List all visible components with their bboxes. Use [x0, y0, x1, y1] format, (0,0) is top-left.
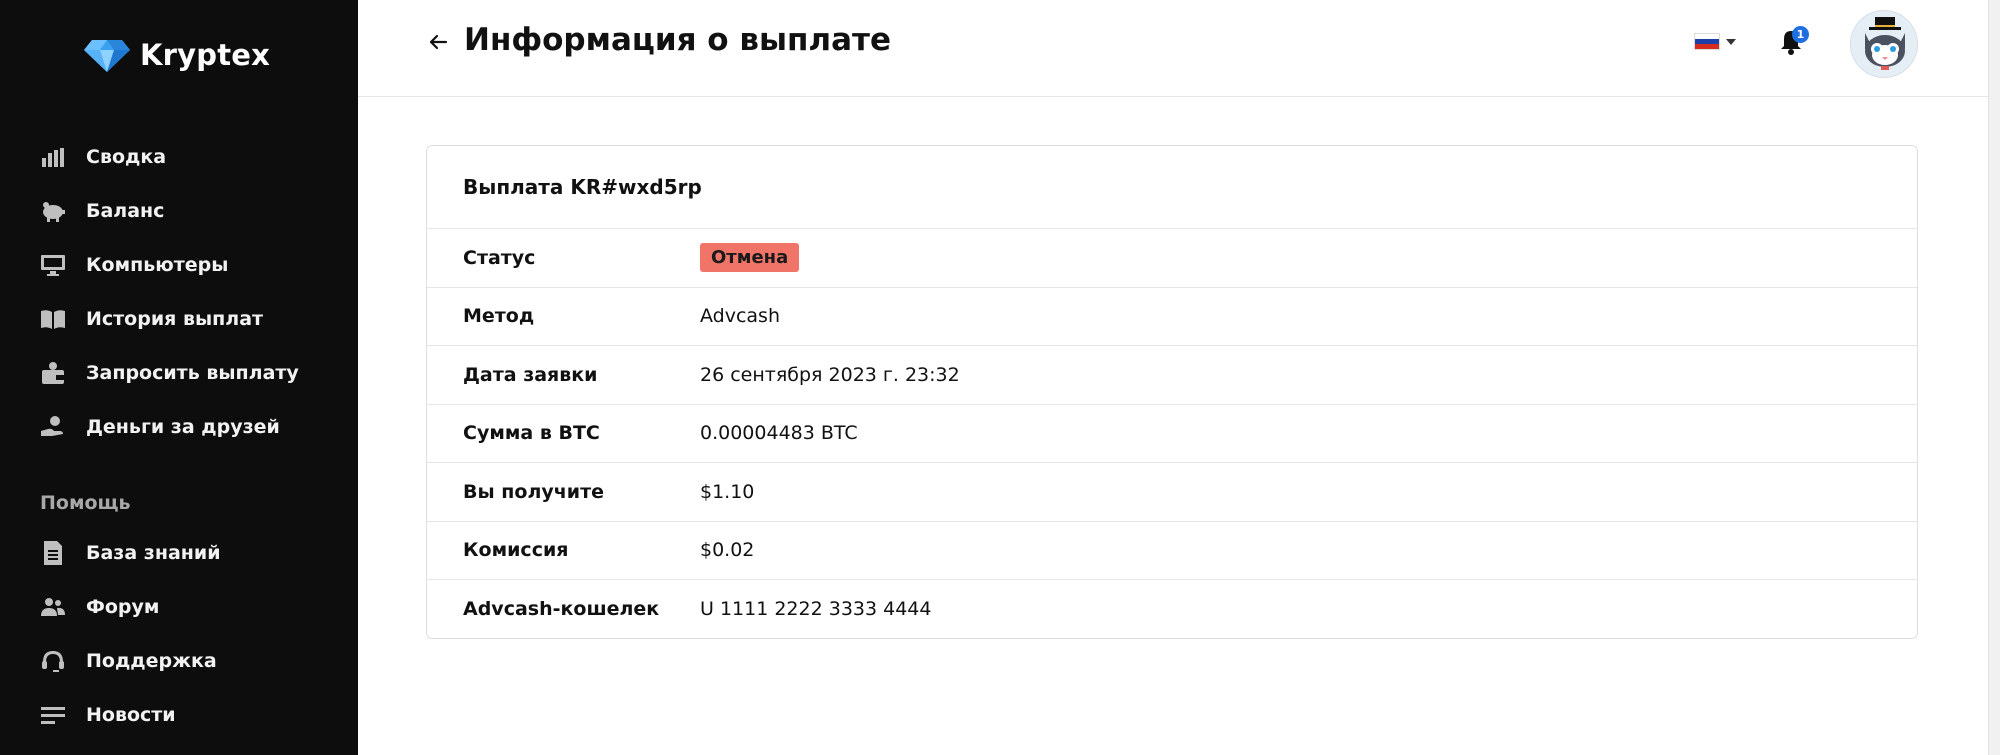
detail-row-status: Статус Отмена	[427, 229, 1917, 288]
ru-flag-icon	[1694, 33, 1720, 50]
sidebar-item-balance[interactable]: Баланс	[0, 184, 358, 238]
wallet-icon	[40, 360, 66, 386]
detail-value: 0.00004483 BTC	[700, 422, 858, 445]
help-section-title: Помощь	[40, 492, 131, 514]
detail-label: Статус	[463, 246, 536, 269]
detail-label: Вы получите	[463, 480, 605, 503]
headset-icon	[40, 648, 66, 674]
sidebar-item-summary[interactable]: Сводка	[0, 130, 358, 184]
sidebar-item-news[interactable]: Новости	[0, 688, 358, 742]
sidebar-item-label: Деньги за друзей	[86, 416, 280, 438]
book-icon	[40, 306, 66, 332]
sidebar-item-label: Новости	[86, 704, 176, 726]
sidebar-item-label: Запросить выплату	[86, 362, 299, 384]
status-badge: Отмена	[700, 243, 800, 273]
hand-coin-icon	[40, 414, 66, 440]
detail-row-request-date: Дата заявки 26 сентября 2023 г. 23:32	[427, 346, 1917, 405]
top-header: Информация о выплате 1	[358, 0, 1988, 97]
sidebar-item-label: Баланс	[86, 200, 165, 222]
users-icon	[40, 594, 66, 620]
back-arrow-icon[interactable]	[426, 30, 450, 54]
detail-value: U 1111 2222 3333 4444	[700, 598, 932, 621]
sidebar-item-label: Сводка	[86, 146, 167, 168]
brand-name: Kryptex	[140, 38, 271, 72]
detail-row-you-receive: Вы получите $1.10	[427, 463, 1917, 522]
main-nav: Сводка Баланс Компьютеры История выплат …	[0, 130, 358, 454]
avatar[interactable]	[1850, 10, 1918, 78]
detail-row-btc-amount: Сумма в BTC 0.00004483 BTC	[427, 405, 1917, 463]
help-nav: База знаний Форум Поддержка Новости	[0, 526, 358, 742]
diamond-logo-icon	[84, 38, 130, 72]
detail-value: 26 сентября 2023 г. 23:32	[700, 363, 960, 386]
scrollbar[interactable]	[1988, 0, 2000, 755]
sidebar-item-support[interactable]: Поддержка	[0, 634, 358, 688]
sidebar-item-label: Форум	[86, 596, 160, 618]
notifications-button[interactable]: 1	[1778, 26, 1809, 58]
notification-count-badge: 1	[1792, 26, 1809, 43]
detail-value: $1.10	[700, 480, 755, 503]
detail-value: Advcash	[700, 305, 780, 328]
payout-title: Выплата KR#wxd5rp	[463, 175, 702, 199]
sidebar-item-label: База знаний	[86, 542, 221, 564]
payout-card-header: Выплата KR#wxd5rp	[427, 146, 1917, 229]
piggy-bank-icon	[40, 198, 66, 224]
page-title: Информация о выплате	[464, 22, 892, 58]
detail-label: Метод	[463, 305, 535, 328]
sidebar-item-label: Компьютеры	[86, 254, 229, 276]
detail-label: Дата заявки	[463, 363, 598, 386]
caret-down-icon	[1726, 38, 1736, 45]
sidebar-item-payout-history[interactable]: История выплат	[0, 292, 358, 346]
language-selector[interactable]	[1694, 33, 1736, 50]
sidebar-item-computers[interactable]: Компьютеры	[0, 238, 358, 292]
cat-avatar-icon	[1851, 11, 1917, 77]
payout-card: Выплата KR#wxd5rp Статус Отмена Метод Ad…	[426, 145, 1918, 639]
sidebar-item-referrals[interactable]: Деньги за друзей	[0, 400, 358, 454]
sidebar-item-request-payout[interactable]: Запросить выплату	[0, 346, 358, 400]
detail-label: Advcash-кошелек	[463, 598, 660, 621]
detail-row-commission: Комиссия $0.02	[427, 522, 1917, 580]
lines-icon	[40, 702, 66, 728]
detail-row-method: Метод Advcash	[427, 288, 1917, 346]
detail-value: $0.02	[700, 539, 755, 562]
monitor-icon	[40, 252, 66, 278]
detail-row-wallet: Advcash-кошелек U 1111 2222 3333 4444	[427, 580, 1917, 639]
detail-label: Комиссия	[463, 539, 569, 562]
chart-bars-icon	[40, 144, 66, 170]
brand[interactable]: Kryptex	[84, 38, 270, 72]
sidebar-item-label: Поддержка	[86, 650, 217, 672]
sidebar-item-knowledge-base[interactable]: База знаний	[0, 526, 358, 580]
sidebar-item-label: История выплат	[86, 308, 264, 330]
sidebar-item-forum[interactable]: Форум	[0, 580, 358, 634]
document-icon	[40, 540, 66, 566]
sidebar: Kryptex Сводка Баланс Компьютеры История…	[0, 0, 358, 755]
detail-label: Сумма в BTC	[463, 422, 600, 445]
